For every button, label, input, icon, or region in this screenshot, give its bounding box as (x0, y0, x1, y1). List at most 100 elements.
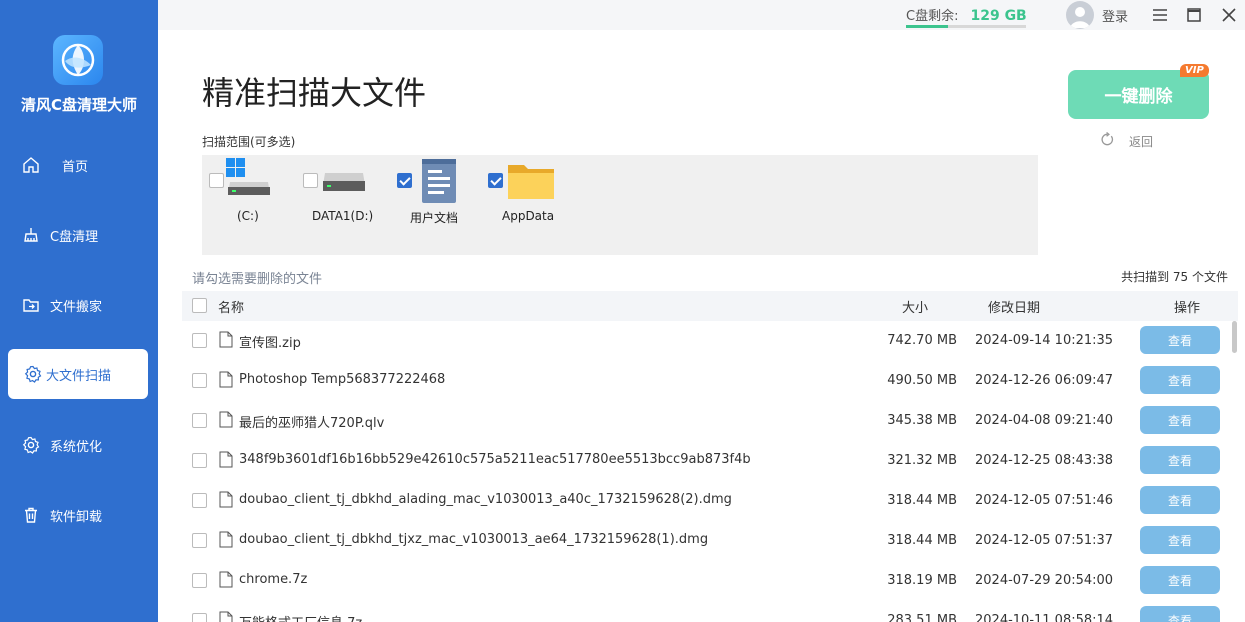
file-size: 318.19 MB (887, 573, 957, 588)
maximize-icon[interactable] (1183, 4, 1205, 26)
file-icon (219, 491, 233, 508)
scope-name: 用户文档 (410, 211, 459, 225)
sidebar-item-c-clean[interactable]: C盘清理 (8, 210, 148, 260)
file-date: 2024-12-25 08:43:38 (975, 453, 1114, 468)
table-row[interactable]: doubao_client_tj_dbkhd_tjxz_mac_v1030013… (182, 521, 1232, 561)
sidebar-item-file-move[interactable]: 文件搬家 (8, 280, 148, 330)
sidebar-item-label: 系统优化 (50, 439, 103, 455)
total-count: 共扫描到 75 个文件 (1121, 270, 1228, 284)
view-button[interactable]: 查看 (1140, 486, 1220, 514)
sidebar-item-large-file-scan[interactable]: 大文件扫描 (8, 349, 148, 399)
folder-icon (506, 159, 556, 205)
scan-scope-panel: (C:) DATA1(D:) 用户文档 AppData (202, 155, 1038, 255)
close-icon[interactable] (1218, 4, 1240, 26)
app-logo-icon (53, 35, 103, 85)
table-row[interactable]: Photoshop Temp568377222468 490.50 MB 2024-… (182, 361, 1232, 401)
file-size: 318.44 MB (887, 493, 957, 508)
row-checkbox[interactable] (192, 613, 207, 622)
table-scrollbar[interactable] (1232, 321, 1237, 353)
scan-scope-label: 扫描范围(可多选) (202, 135, 296, 149)
table-row[interactable]: chrome.7z 318.19 MB 2024-07-29 20:54:00 查看 (182, 561, 1232, 601)
select-all-checkbox[interactable] (192, 298, 207, 313)
login-link[interactable]: 登录 (1102, 6, 1128, 25)
file-name: Photoshop Temp568377222468 (239, 372, 446, 387)
view-button[interactable]: 查看 (1140, 366, 1220, 394)
file-icon (219, 451, 233, 468)
file-icon (219, 571, 233, 588)
disk-free: C盘剩余: 129 GB (906, 5, 1027, 24)
avatar[interactable] (1066, 1, 1094, 29)
scope-item-appdata[interactable]: AppData (484, 155, 574, 255)
scope-item-c[interactable]: (C:) (202, 155, 292, 255)
file-icon (219, 411, 233, 428)
sidebar-item-label: 首页 (62, 159, 89, 175)
file-name: 最后的巫师猎人720P.qlv (239, 416, 385, 431)
file-icon (219, 331, 233, 348)
table-row[interactable]: 348f9b3601df16b16bb529e42610c575a5211eac… (182, 441, 1232, 481)
file-date: 2024-07-29 20:54:00 (975, 573, 1114, 588)
row-checkbox[interactable] (192, 573, 207, 588)
file-table: 宣传图.zip 742.70 MB 2024-09-14 10:21:35 查看 Pho… (182, 321, 1238, 622)
file-icon (219, 611, 233, 622)
column-header-action: 操作 (1174, 301, 1201, 316)
file-size: 742.70 MB (887, 333, 957, 348)
row-checkbox[interactable] (192, 413, 207, 428)
file-icon (219, 531, 233, 548)
scope-checkbox[interactable] (488, 173, 503, 188)
table-row[interactable]: 宣传图.zip 742.70 MB 2024-09-14 10:21:35 查看 (182, 321, 1232, 361)
row-checkbox[interactable] (192, 493, 207, 508)
sidebar-item-uninstall[interactable]: 软件卸载 (8, 490, 148, 540)
folder-move-icon (22, 296, 40, 314)
table-row[interactable]: 最后的巫师猎人720P.qlv 345.38 MB 2024-04-08 09:21… (182, 401, 1232, 441)
view-button[interactable]: 查看 (1140, 326, 1220, 354)
sidebar-item-system-optimize[interactable]: 系统优化 (8, 420, 148, 470)
selection-hint: 请勾选需要删除的文件 (192, 272, 323, 287)
file-date: 2024-12-26 06:09:47 (975, 373, 1114, 388)
view-button[interactable]: 查看 (1140, 526, 1220, 554)
scope-name: (C:) (237, 209, 259, 223)
sidebar-item-home[interactable]: 首页 (8, 140, 148, 190)
scope-item-d[interactable]: DATA1(D:) (297, 155, 397, 255)
table-row[interactable]: 万能格式工厂信息.7z 283.51 MB 2024-10-11 08:58:14 查… (182, 601, 1232, 622)
file-name: doubao_client_tj_dbkhd_alading_mac_v1030… (239, 492, 732, 507)
scope-item-user-docs[interactable]: 用户文档 (394, 155, 474, 255)
scope-name: AppData (502, 209, 555, 223)
table-header: 名称 大小 修改日期 操作 (182, 291, 1238, 321)
one-click-delete-button[interactable]: 一键删除 (1068, 70, 1209, 119)
gear-icon (22, 436, 40, 454)
menu-icon[interactable] (1149, 4, 1171, 26)
view-button[interactable]: 查看 (1140, 406, 1220, 434)
scope-checkbox[interactable] (397, 173, 412, 188)
title-bar: C盘剩余: 129 GB 登录 (158, 0, 1245, 30)
document-icon (420, 157, 458, 209)
row-checkbox[interactable] (192, 533, 207, 548)
sidebar-item-label: 大文件扫描 (46, 368, 112, 384)
scope-checkbox[interactable] (303, 173, 318, 188)
view-button[interactable]: 查看 (1140, 446, 1220, 474)
file-icon (219, 371, 233, 388)
column-header-size[interactable]: 大小 (902, 297, 928, 316)
disk-usage-bar (906, 25, 1026, 28)
file-date: 2024-04-08 09:21:40 (975, 413, 1114, 428)
view-button[interactable]: 查看 (1140, 606, 1220, 622)
page-title: 精准扫描大文件 (202, 74, 427, 112)
view-button[interactable]: 查看 (1140, 566, 1220, 594)
refresh-icon (1100, 131, 1115, 150)
file-name: chrome.7z (239, 572, 308, 587)
row-checkbox[interactable] (192, 453, 207, 468)
home-icon (22, 156, 40, 174)
table-row[interactable]: doubao_client_tj_dbkhd_alading_mac_v1030… (182, 481, 1232, 521)
gear-icon (24, 365, 42, 383)
back-button[interactable]: 返回 (1100, 131, 1153, 150)
sidebar-item-label: C盘清理 (50, 229, 99, 245)
disk-usage-fill (906, 25, 948, 28)
file-date: 2024-12-05 07:51:37 (975, 533, 1114, 548)
column-header-name[interactable]: 名称 (218, 297, 244, 316)
column-header-date[interactable]: 修改日期 (988, 297, 1040, 316)
row-checkbox[interactable] (192, 373, 207, 388)
scope-checkbox[interactable] (209, 173, 224, 188)
scope-name: DATA1(D:) (312, 209, 374, 223)
file-size: 345.38 MB (887, 413, 957, 428)
app-name: 清风C盘清理大师 (20, 96, 137, 114)
row-checkbox[interactable] (192, 333, 207, 348)
